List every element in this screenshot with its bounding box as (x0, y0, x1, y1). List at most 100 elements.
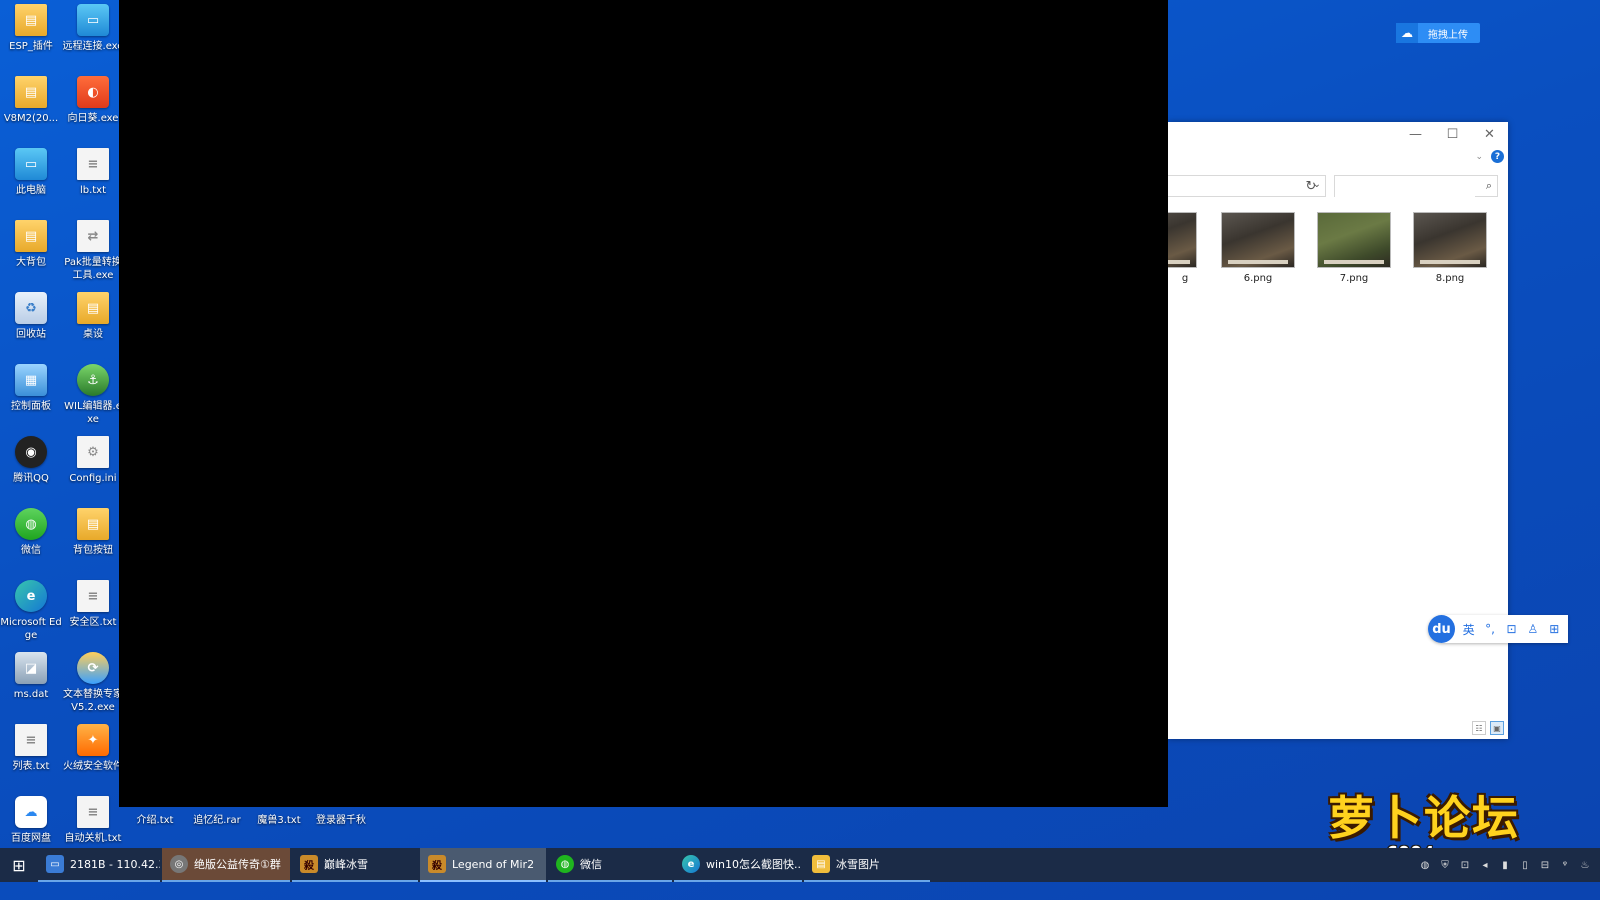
taskbar-item-legend-of-mir2[interactable]: 殺 Legend of Mir2 (420, 848, 546, 882)
desktop-icon-lb-txt[interactable]: ≡ lb.txt (62, 144, 124, 216)
image-thumbnail (1221, 212, 1295, 268)
tray-battery-icon[interactable]: ▮ (1498, 860, 1512, 871)
desktop-icon-pak-converter[interactable]: ⇄ Pak批量转换工具.exe (62, 216, 124, 288)
folder-icon: ▤ (77, 508, 109, 540)
remote-desktop-icon: ▭ (46, 855, 64, 873)
image-thumbnail (1168, 212, 1197, 268)
folder-icon: ▤ (15, 220, 47, 252)
desktop-icon-huorong[interactable]: ✦ 火绒安全软件 (62, 720, 124, 792)
desktop-file-launcher[interactable]: 登录器千秋 (310, 808, 372, 826)
details-view-button[interactable]: ☷ (1472, 721, 1486, 735)
ime-punctuation-toggle[interactable]: °, (1482, 622, 1497, 636)
desktop-icon-label: Config.ini (69, 473, 117, 484)
start-button[interactable]: ⊞ (0, 848, 38, 882)
desktop-file-zhuiyiji-rar[interactable]: 追忆纪.rar (186, 808, 248, 826)
desktop-icon-sunflower[interactable]: ◐ 向日葵.exe (62, 72, 124, 144)
desktop-icon-qq[interactable]: ◉ 腾讯QQ (0, 432, 62, 504)
ime-keyboard-icon[interactable]: ⊡ (1504, 622, 1519, 636)
desktop-icon-label: 此电脑 (16, 185, 46, 196)
tray-wechat-icon[interactable]: ◍ (1418, 860, 1432, 871)
desktop-icon-label: WIL编辑器.exe (64, 401, 122, 425)
desktop-icon-this-pc[interactable]: ▭ 此电脑 (0, 144, 62, 216)
tray-volume-icon[interactable]: ◂ (1478, 860, 1492, 871)
tray-network-icon[interactable]: ⊟ (1538, 860, 1552, 871)
image-thumbnail (1317, 212, 1391, 268)
desktop-icon-wechat[interactable]: ◍ 微信 (0, 504, 62, 576)
desktop-icon-label: lb.txt (79, 185, 107, 196)
file-name: g (1181, 273, 1189, 284)
file-item[interactable]: 6.png (1220, 212, 1296, 284)
ribbon-help-row: ⌄ ? (1475, 150, 1504, 163)
desktop-icon-label: 控制面板 (11, 401, 51, 412)
file-item[interactable]: g (1168, 212, 1198, 284)
game-window[interactable] (119, 0, 1168, 807)
desktop-icon-label: 回收站 (16, 329, 46, 340)
taskbar-item-remote-desktop[interactable]: ▭ 2181B - 110.42.3.... (38, 848, 160, 882)
baidu-ime-logo[interactable]: du (1428, 615, 1455, 643)
desktop-icon-label: 背包按钮 (73, 545, 113, 556)
desktop-icon-recycle-bin[interactable]: ♻ 回收站 (0, 288, 62, 360)
tray-app-icon[interactable]: ⊡ (1458, 860, 1472, 871)
taskbar-item-edge-browser[interactable]: e win10怎么截图快... (674, 848, 802, 882)
desktop-icon-remote-connect[interactable]: ▭ 远程连接.exe (62, 0, 124, 72)
edge-icon: e (682, 855, 700, 873)
desktop-icon-label: 桌设 (83, 329, 103, 340)
tray-shield-icon[interactable]: ⛨ (1438, 860, 1452, 871)
desktop-icon-list-txt[interactable]: ≡ 列表.txt (0, 720, 62, 792)
taskbar-item-label: 冰雪图片 (836, 858, 880, 871)
taskbar-item-ice-snow-images[interactable]: ▤ 冰雪图片 (804, 848, 930, 882)
desktop-icon-label: 远程连接.exe (62, 41, 124, 52)
taskbar-item-peak-ice-snow[interactable]: 殺 巅峰冰雪 (292, 848, 418, 882)
desktop-icon-desk-settings[interactable]: ▤ 桌设 (62, 288, 124, 360)
text-file-icon: ≡ (77, 796, 109, 828)
taskbar-item-wechat[interactable]: ◍ 微信 (548, 848, 672, 882)
desktop-file-warcraft3[interactable]: 魔兽3.txt (248, 808, 310, 826)
file-item[interactable]: 8.png (1412, 212, 1488, 284)
tray-usb-icon[interactable]: ▯ (1518, 860, 1532, 871)
text-file-icon: ≡ (77, 148, 109, 180)
desktop-icon-config-ini[interactable]: ⚙ Config.ini (62, 432, 124, 504)
desktop-icon-label: Pak批量转换工具.exe (64, 257, 122, 281)
tray-input-icon[interactable]: ᵠ (1558, 860, 1572, 871)
view-toggle: ☷ ▣ (1472, 721, 1504, 735)
desktop-icon-wil-editor[interactable]: ⚓ WIL编辑器.exe (62, 360, 124, 432)
desktop-icon-ms-dat[interactable]: ◪ ms.dat (0, 648, 62, 720)
drag-upload-button[interactable]: ☁ 拖拽上传 (1396, 23, 1480, 43)
ime-user-icon[interactable]: ♙ (1525, 622, 1540, 636)
maximize-button[interactable]: ☐ (1434, 122, 1471, 146)
desktop-icon-text-replace[interactable]: ⟳ 文本替换专家V5.2.exe (62, 648, 124, 720)
chevron-down-icon[interactable]: ⌄ (1475, 152, 1483, 162)
tray-app2-icon[interactable]: ♨ (1578, 860, 1592, 871)
computer-icon: ▭ (15, 148, 47, 180)
desktop-icon-big-backpack[interactable]: ▤ 大背包 (0, 216, 62, 288)
close-button[interactable]: ✕ (1471, 122, 1508, 146)
file-item[interactable]: 7.png (1316, 212, 1392, 284)
desktop-icon-v8m2[interactable]: ▤ V8M2(20... (0, 72, 62, 144)
drag-upload-label: 拖拽上传 (1428, 29, 1468, 41)
file-thumbnails: g 6.png 7.png 8.png (1168, 212, 1508, 292)
desktop-icon-backpack-button[interactable]: ▤ 背包按钮 (62, 504, 124, 576)
refresh-button[interactable]: ↻ (1300, 175, 1322, 197)
huorong-icon: ✦ (77, 724, 109, 756)
ime-menu-icon[interactable]: ⊞ (1547, 622, 1562, 636)
desktop-icon-safe-zone-txt[interactable]: ≡ 安全区.txt (62, 576, 124, 648)
minimize-button[interactable]: — (1397, 122, 1434, 146)
image-thumbnail (1413, 212, 1487, 268)
desktop-icon-label: V8M2(20... (3, 113, 59, 124)
desktop-icon-label: 腾讯QQ (13, 473, 49, 484)
game-icon: 殺 (300, 855, 318, 873)
search-input[interactable] (1335, 177, 1475, 198)
monitor-icon: ▭ (77, 4, 109, 36)
ime-language-toggle[interactable]: 英 (1461, 621, 1476, 638)
help-icon[interactable]: ? (1491, 150, 1504, 163)
large-icons-view-button[interactable]: ▣ (1490, 721, 1504, 735)
desktop-icon-esp-plugin[interactable]: ▤ ESP_插件 (0, 0, 62, 72)
recycle-bin-icon: ♻ (15, 292, 47, 324)
desktop-icon-control-panel[interactable]: ▦ 控制面板 (0, 360, 62, 432)
text-file-icon: ≡ (15, 724, 47, 756)
desktop-icon-edge[interactable]: e Microsoft Edge (0, 576, 62, 648)
taskbar: ⊞ ▭ 2181B - 110.42.3.... ◎ 绝版公益传奇①群 殺 巅峰… (0, 848, 1600, 882)
taskbar-item-qq-group[interactable]: ◎ 绝版公益传奇①群 (162, 848, 290, 882)
desktop-file-intro[interactable]: 介绍.txt (124, 808, 186, 826)
control-panel-icon: ▦ (15, 364, 47, 396)
